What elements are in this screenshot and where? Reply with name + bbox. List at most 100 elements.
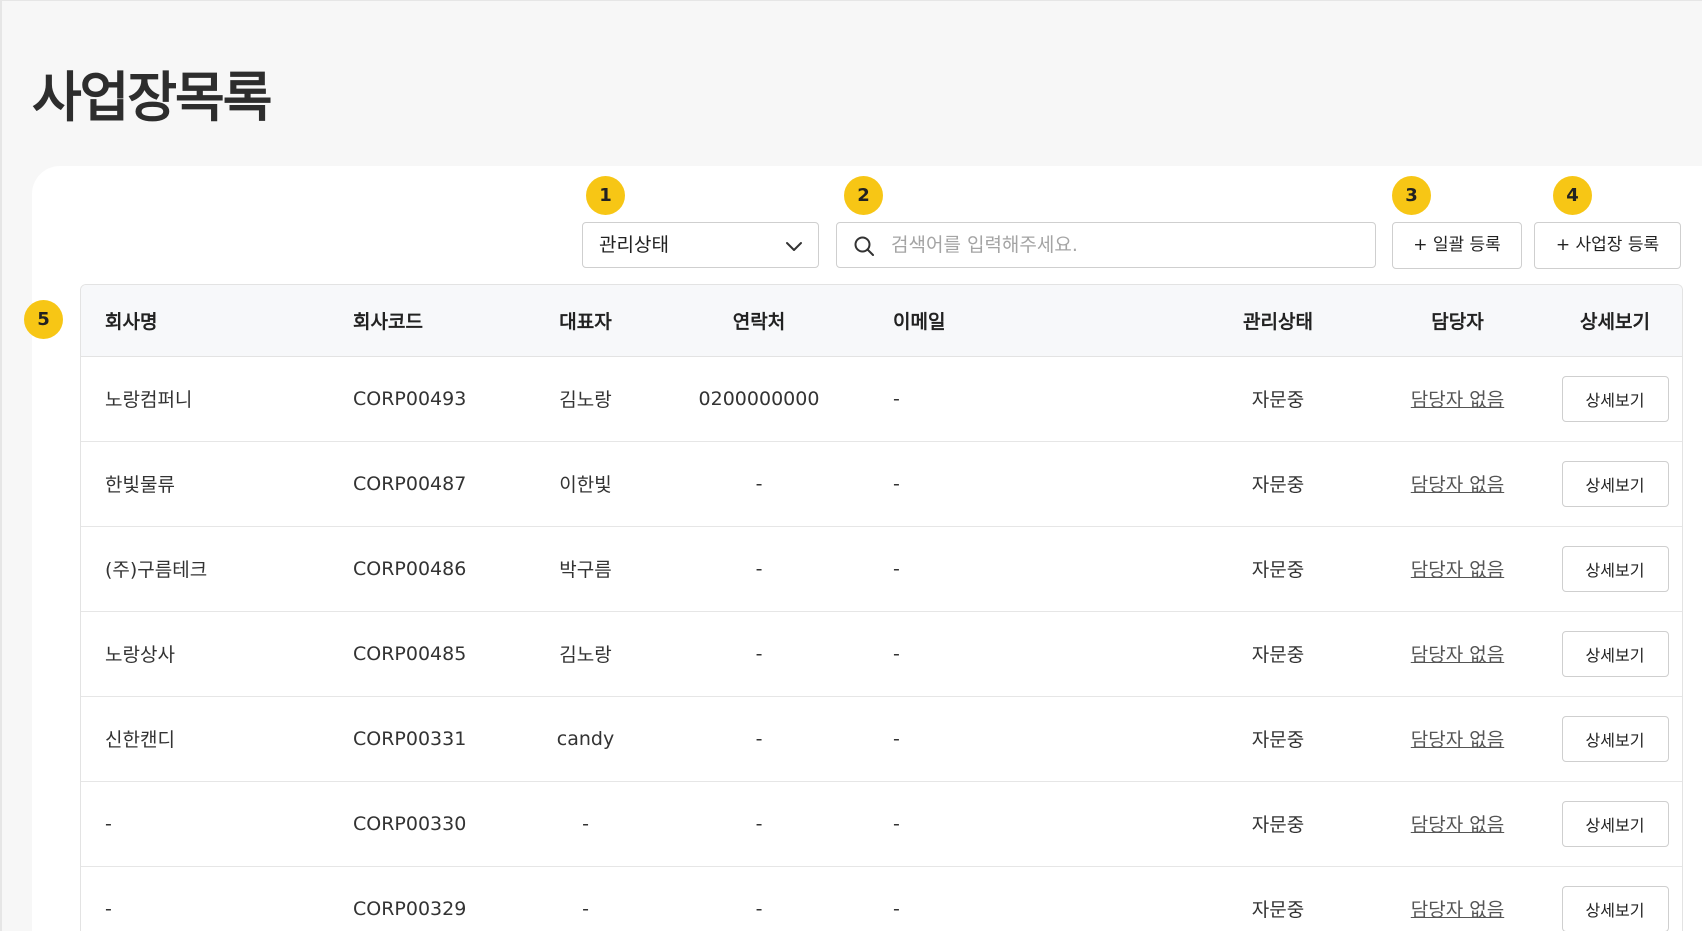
cell-company: - (81, 866, 329, 931)
cell-ceo: - (522, 866, 649, 931)
annotation-badge-3: 3 (1392, 176, 1431, 215)
table-row: 노랑컴퍼니 CORP00493 김노랑 0200000000 - 자문중 담당자… (81, 356, 1682, 442)
status-select[interactable]: 관리상태 (582, 222, 819, 268)
annotation-badge-1: 1 (586, 176, 625, 215)
cell-email: - (869, 866, 1189, 931)
table-header-row: 회사명 회사코드 대표자 연락처 이메일 관리상태 담당자 상세보기 (81, 285, 1682, 357)
page: 사업장목록 1 2 3 4 5 관리상태 + 일괄 등록 + 사업장 등록 (0, 0, 1702, 931)
manager-link[interactable]: 담당자 없음 (1411, 899, 1504, 921)
cell-status: 자문중 (1189, 696, 1367, 782)
cell-manager: 담당자 없음 (1367, 611, 1548, 697)
table-row: 한빛물류 CORP00487 이한빛 - - 자문중 담당자 없음 상세보기 (81, 441, 1682, 527)
cell-company: - (81, 781, 329, 867)
column-header-email: 이메일 (869, 285, 1189, 357)
cell-phone: - (649, 781, 869, 867)
cell-detail: 상세보기 (1548, 781, 1682, 867)
annotation-badge-4: 4 (1553, 176, 1592, 215)
cell-detail: 상세보기 (1548, 526, 1682, 612)
search-input[interactable] (891, 223, 1361, 267)
page-title: 사업장목록 (32, 66, 272, 129)
cell-company: 노랑상사 (81, 611, 329, 697)
bulk-register-button[interactable]: + 일괄 등록 (1392, 222, 1522, 269)
cell-status: 자문중 (1189, 611, 1367, 697)
cell-detail: 상세보기 (1548, 696, 1682, 782)
cell-ceo: 김노랑 (522, 356, 649, 442)
column-header-ceo: 대표자 (522, 285, 649, 357)
manager-link[interactable]: 담당자 없음 (1411, 559, 1504, 581)
table-row: (주)구름테크 CORP00486 박구름 - - 자문중 담당자 없음 상세보… (81, 526, 1682, 612)
cell-ceo: - (522, 781, 649, 867)
manager-link[interactable]: 담당자 없음 (1411, 644, 1504, 666)
column-header-code: 회사코드 (329, 285, 522, 357)
cell-phone: - (649, 866, 869, 931)
cell-status: 자문중 (1189, 781, 1367, 867)
manager-link[interactable]: 담당자 없음 (1411, 389, 1504, 411)
cell-status: 자문중 (1189, 526, 1367, 612)
site-table: 회사명 회사코드 대표자 연락처 이메일 관리상태 담당자 상세보기 노랑컴퍼니… (80, 284, 1683, 931)
status-select-value: 관리상태 (599, 234, 669, 256)
cell-status: 자문중 (1189, 356, 1367, 442)
detail-button[interactable]: 상세보기 (1561, 715, 1669, 762)
cell-detail: 상세보기 (1548, 356, 1682, 442)
cell-code: CORP00331 (329, 696, 522, 782)
cell-phone: - (649, 696, 869, 782)
annotation-badge-2: 2 (844, 176, 883, 215)
cell-company: 한빛물류 (81, 441, 329, 527)
cell-code: CORP00487 (329, 441, 522, 527)
manager-link[interactable]: 담당자 없음 (1411, 474, 1504, 496)
detail-button[interactable]: 상세보기 (1561, 800, 1669, 847)
cell-manager: 담당자 없음 (1367, 441, 1548, 527)
table-row: 노랑상사 CORP00485 김노랑 - - 자문중 담당자 없음 상세보기 (81, 611, 1682, 697)
cell-phone: - (649, 441, 869, 527)
cell-manager: 담당자 없음 (1367, 696, 1548, 782)
add-site-button[interactable]: + 사업장 등록 (1534, 222, 1681, 269)
detail-button[interactable]: 상세보기 (1561, 630, 1669, 677)
cell-ceo: 김노랑 (522, 611, 649, 697)
cell-manager: 담당자 없음 (1367, 781, 1548, 867)
cell-email: - (869, 696, 1189, 782)
detail-button[interactable]: 상세보기 (1561, 460, 1669, 507)
table-row: 신한캔디 CORP00331 candy - - 자문중 담당자 없음 상세보기 (81, 696, 1682, 782)
cell-company: 노랑컴퍼니 (81, 356, 329, 442)
cell-phone: 0200000000 (649, 356, 869, 442)
cell-detail: 상세보기 (1548, 441, 1682, 527)
detail-button[interactable]: 상세보기 (1561, 375, 1669, 422)
cell-ceo: 이한빛 (522, 441, 649, 527)
cell-phone: - (649, 526, 869, 612)
column-header-detail: 상세보기 (1548, 285, 1682, 357)
column-header-company: 회사명 (81, 285, 329, 357)
detail-button[interactable]: 상세보기 (1561, 545, 1669, 592)
cell-code: CORP00493 (329, 356, 522, 442)
cell-email: - (869, 356, 1189, 442)
annotation-badge-5: 5 (24, 300, 63, 339)
cell-status: 자문중 (1189, 866, 1367, 931)
cell-email: - (869, 611, 1189, 697)
cell-code: CORP00486 (329, 526, 522, 612)
search-field[interactable] (836, 222, 1376, 268)
search-icon (854, 236, 874, 256)
table-row: - CORP00330 - - - 자문중 담당자 없음 상세보기 (81, 781, 1682, 867)
cell-manager: 담당자 없음 (1367, 356, 1548, 442)
cell-email: - (869, 526, 1189, 612)
detail-button[interactable]: 상세보기 (1561, 885, 1669, 931)
cell-email: - (869, 441, 1189, 527)
cell-email: - (869, 781, 1189, 867)
cell-code: CORP00329 (329, 866, 522, 931)
table-row: - CORP00329 - - - 자문중 담당자 없음 상세보기 (81, 866, 1682, 931)
cell-company: 신한캔디 (81, 696, 329, 782)
cell-manager: 담당자 없음 (1367, 526, 1548, 612)
chevron-down-icon (786, 242, 802, 251)
cell-code: CORP00485 (329, 611, 522, 697)
cell-detail: 상세보기 (1548, 866, 1682, 931)
cell-phone: - (649, 611, 869, 697)
cell-code: CORP00330 (329, 781, 522, 867)
cell-ceo: candy (522, 696, 649, 782)
manager-link[interactable]: 담당자 없음 (1411, 814, 1504, 836)
column-header-phone: 연락처 (649, 285, 869, 357)
cell-detail: 상세보기 (1548, 611, 1682, 697)
cell-manager: 담당자 없음 (1367, 866, 1548, 931)
manager-link[interactable]: 담당자 없음 (1411, 729, 1504, 751)
cell-ceo: 박구름 (522, 526, 649, 612)
column-header-status: 관리상태 (1189, 285, 1367, 357)
cell-status: 자문중 (1189, 441, 1367, 527)
